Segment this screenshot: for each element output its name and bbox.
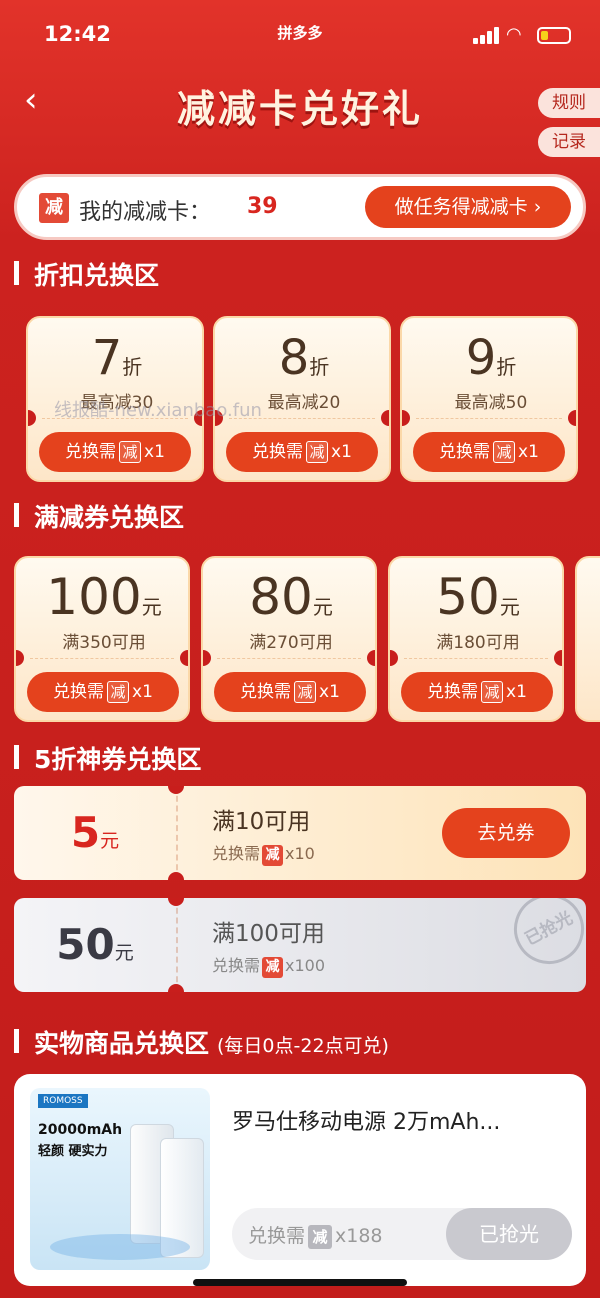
half-coupon-value: 50 <box>56 920 115 969</box>
manjian-value: 50 <box>436 568 500 626</box>
exchange-button[interactable]: 兑换需减 x1 <box>214 672 366 712</box>
manjian-condition: 满350可用 <box>62 633 146 653</box>
jian-badge-icon: 减 <box>119 441 142 463</box>
pedestal-shape <box>50 1234 190 1260</box>
half-coupon-condition: 满100可用 <box>212 921 325 947</box>
watermark-text: 线报酷-new.xianbao.fun <box>54 400 262 421</box>
product-title[interactable]: 罗马仕移动电源 2万mAh... <box>232 1104 500 1136</box>
earn-card-task-button[interactable]: 做任务得减减卡 › <box>365 186 571 228</box>
discount-card: 9折 最高减50 兑换需减 x1 <box>400 316 578 482</box>
signal-icon <box>473 26 501 44</box>
my-card-count: 39 <box>247 194 278 219</box>
discount-value: 8 <box>278 330 310 386</box>
exchange-button[interactable]: 兑换需减 x1 <box>39 432 191 472</box>
exchange-button[interactable]: 兑换需减 x1 <box>413 432 565 472</box>
jian-badge-icon: 减 <box>308 1225 333 1249</box>
half-coupon-unit: 元 <box>114 942 134 964</box>
half-coupon-card-soldout: 50元 满100可用 兑换需减 x100 已抢光 <box>14 898 586 992</box>
half-coupon-value: 5 <box>70 808 101 857</box>
manjian-condition: 满270可用 <box>249 633 333 653</box>
product-requirement: 兑换需减 x188 <box>248 1225 383 1249</box>
section-title-half: 5折神券兑换区 <box>14 740 201 774</box>
jian-badge-icon: 减 <box>39 193 69 223</box>
jian-badge-icon: 减 <box>481 681 504 703</box>
exchange-button[interactable]: 兑换需减 x1 <box>401 672 553 712</box>
status-bar: 12:42 拼多多 ◠ <box>0 18 600 52</box>
my-card-bar: 减 我的减减卡： 39 做任务得减减卡 › <box>14 174 586 240</box>
discount-unit: 折 <box>122 355 143 379</box>
half-coupon-unit: 元 <box>100 830 120 852</box>
exchange-button[interactable]: 兑换需减 x1 <box>27 672 179 712</box>
manjian-value: 80 <box>249 568 313 626</box>
discount-unit: 折 <box>309 355 330 379</box>
manjian-unit: 元 <box>141 595 162 619</box>
manjian-unit: 元 <box>312 595 333 619</box>
rules-button[interactable]: 规则 <box>538 88 600 118</box>
soldout-button[interactable]: 已抢光 <box>446 1208 572 1260</box>
discount-value: 9 <box>465 330 497 386</box>
discount-unit: 折 <box>496 355 517 379</box>
home-indicator <box>193 1279 407 1286</box>
product-card[interactable]: ROMOSS 20000mAh 轻颜 硬实力 罗马仕移动电源 2万mAh... … <box>14 1074 586 1286</box>
section-note: (每日0点-22点可兑) <box>217 1035 389 1057</box>
jian-badge-icon: 减 <box>306 441 329 463</box>
discount-value: 7 <box>91 330 123 386</box>
manjian-card: 80元 满270可用 兑换需减 x1 <box>201 556 377 722</box>
manjian-value: 100 <box>46 568 142 626</box>
product-capacity: 20000mAh <box>38 1122 123 1138</box>
section-title-physical: 实物商品兑换区 (每日0点-22点可兑) <box>14 1024 389 1058</box>
redeem-coupon-button[interactable]: 去兑券 <box>442 808 570 858</box>
manjian-card: 100元 满350可用 兑换需减 x1 <box>14 556 190 722</box>
manjian-unit: 元 <box>499 595 520 619</box>
my-card-label: 我的减减卡： <box>79 200 212 225</box>
product-slogan: 轻颜 硬实力 <box>38 1144 108 1159</box>
jian-badge-icon: 减 <box>493 441 516 463</box>
section-title-discount: 折扣兑换区 <box>14 256 159 290</box>
jian-badge-icon: 减 <box>262 957 284 978</box>
soldout-stamp-icon: 已抢光 <box>501 898 586 977</box>
half-coupon-requirement: 兑换需减 x10 <box>212 840 315 866</box>
product-image[interactable]: ROMOSS 20000mAh 轻颜 硬实力 <box>30 1088 210 1270</box>
exchange-button[interactable]: 兑换需减 x1 <box>226 432 378 472</box>
product-brand: ROMOSS <box>38 1094 88 1108</box>
half-coupon-requirement: 兑换需减 x100 <box>212 952 325 978</box>
manjian-card-partial[interactable] <box>575 556 600 722</box>
manjian-card: 50元 满180可用 兑换需减 x1 <box>388 556 564 722</box>
wifi-icon: ◠ <box>506 24 522 45</box>
jian-badge-icon: 减 <box>107 681 130 703</box>
page-title: 减减卡兑好礼 <box>176 87 423 131</box>
product-requirement-bar: 兑换需减 x188 已抢光 <box>232 1208 572 1260</box>
records-button[interactable]: 记录 <box>538 127 600 157</box>
discount-limit: 最高减50 <box>454 393 528 413</box>
half-coupon-condition: 满10可用 <box>212 809 311 835</box>
half-coupon-card: 5元 满10可用 兑换需减 x10 去兑券 <box>14 786 586 880</box>
section-title-manjian: 满减券兑换区 <box>14 498 184 532</box>
jian-badge-icon: 减 <box>262 845 284 866</box>
manjian-condition: 满180可用 <box>436 633 520 653</box>
battery-icon <box>537 27 571 44</box>
jian-badge-icon: 减 <box>294 681 317 703</box>
